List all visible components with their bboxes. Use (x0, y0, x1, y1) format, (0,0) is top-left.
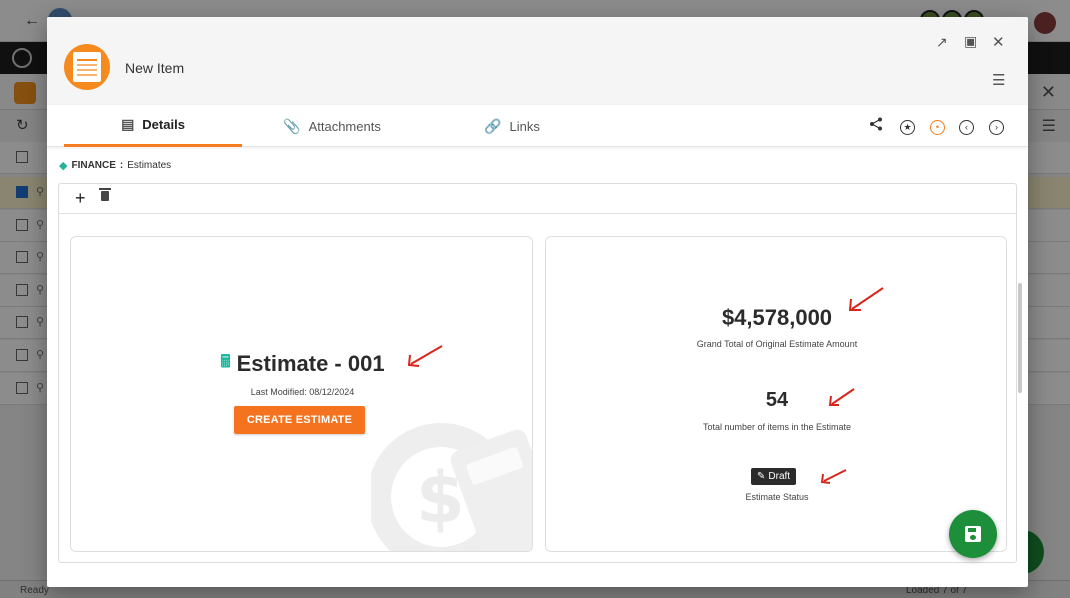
last-modified-text: Last Modified: 08/12/2024 (250, 387, 355, 397)
annotation-arrow-icon (407, 345, 443, 367)
breadcrumb-separator: : (119, 160, 124, 171)
panel-toolbar: + (59, 184, 1016, 214)
paperclip-icon: 📎 (283, 117, 301, 134)
breadcrumb: ◆ FINANCE : Estimates (59, 159, 171, 172)
save-button[interactable] (949, 510, 997, 558)
save-icon (965, 526, 981, 542)
edit-note-icon: ✎ (757, 471, 766, 482)
add-icon[interactable]: + (75, 188, 86, 209)
tab-attachments[interactable]: 📎 Attachments (267, 105, 397, 147)
dialog-header: New Item ↗ ▣ ✕ ☰ (47, 17, 1028, 105)
create-estimate-button[interactable]: CREATE ESTIMATE (234, 406, 365, 434)
estimate-sheet-logo (64, 44, 110, 90)
annotation-arrow-icon (820, 469, 847, 484)
menu-icon[interactable]: ☰ (992, 71, 1005, 89)
grand-total-label: Grand Total of Original Estimate Amount (696, 339, 858, 349)
calculator-watermark-icon: $ (371, 423, 532, 551)
tab-links[interactable]: 🔗 Links (467, 105, 557, 147)
open-external-icon[interactable]: ↗ (936, 34, 948, 51)
estimate-title-text: Estimate - 001 (236, 350, 385, 376)
estimate-title: 🖩 Estimate - 001 (71, 349, 532, 378)
scrollbar[interactable] (1018, 283, 1022, 393)
calculator-icon: 🖩 (220, 352, 231, 371)
breadcrumb-page[interactable]: Estimates (127, 160, 171, 171)
breadcrumb-module[interactable]: FINANCE (71, 160, 115, 171)
estimate-summary-card: $4,578,000 Grand Total of Original Estim… (545, 236, 1007, 552)
link-icon: 🔗 (484, 117, 502, 134)
tag-icon: ◆ (59, 160, 68, 172)
delete-icon[interactable] (99, 188, 111, 201)
annotation-arrow-icon (828, 388, 855, 406)
next-icon[interactable]: › (989, 118, 1004, 135)
estimate-card: $ 🖩 Estimate - 001 Last Modified: 08/12/… (70, 236, 533, 552)
tab-links-label: Links (509, 118, 540, 134)
tab-bar: ▤ Details 📎 Attachments 🔗 Links ★ • ‹ › (47, 105, 1028, 147)
details-icon: ▤ (121, 116, 135, 132)
timer-icon[interactable]: • (930, 118, 945, 135)
annotation-arrow-icon (848, 287, 884, 311)
status-badge: ✎ Draft (751, 468, 797, 485)
estimate-panel: + $ 🖩 Estimate - 001 Last Modified: 08/1… (58, 183, 1017, 563)
maximize-icon[interactable]: ▣ (964, 33, 977, 50)
favorite-star-icon[interactable]: ★ (900, 118, 915, 135)
close-icon[interactable]: ✕ (992, 33, 1005, 51)
grand-total-value: $4,578,000 (721, 305, 833, 330)
item-count-value: 54 (765, 389, 789, 411)
dialog-title: New Item (125, 60, 185, 76)
status-badge-text: Draft (768, 471, 791, 482)
item-count-label: Total number of items in the Estimate (702, 422, 852, 432)
tab-attachments-label: Attachments (308, 118, 381, 134)
spreadsheet-icon (73, 52, 101, 82)
share-icon[interactable] (869, 117, 883, 134)
new-item-dialog: New Item ↗ ▣ ✕ ☰ ▤ Details 📎 Attachments… (47, 17, 1028, 587)
status-label: Estimate Status (745, 492, 809, 502)
previous-icon[interactable]: ‹ (959, 118, 974, 135)
tab-details[interactable]: ▤ Details (64, 105, 242, 147)
tab-details-label: Details (142, 117, 185, 132)
